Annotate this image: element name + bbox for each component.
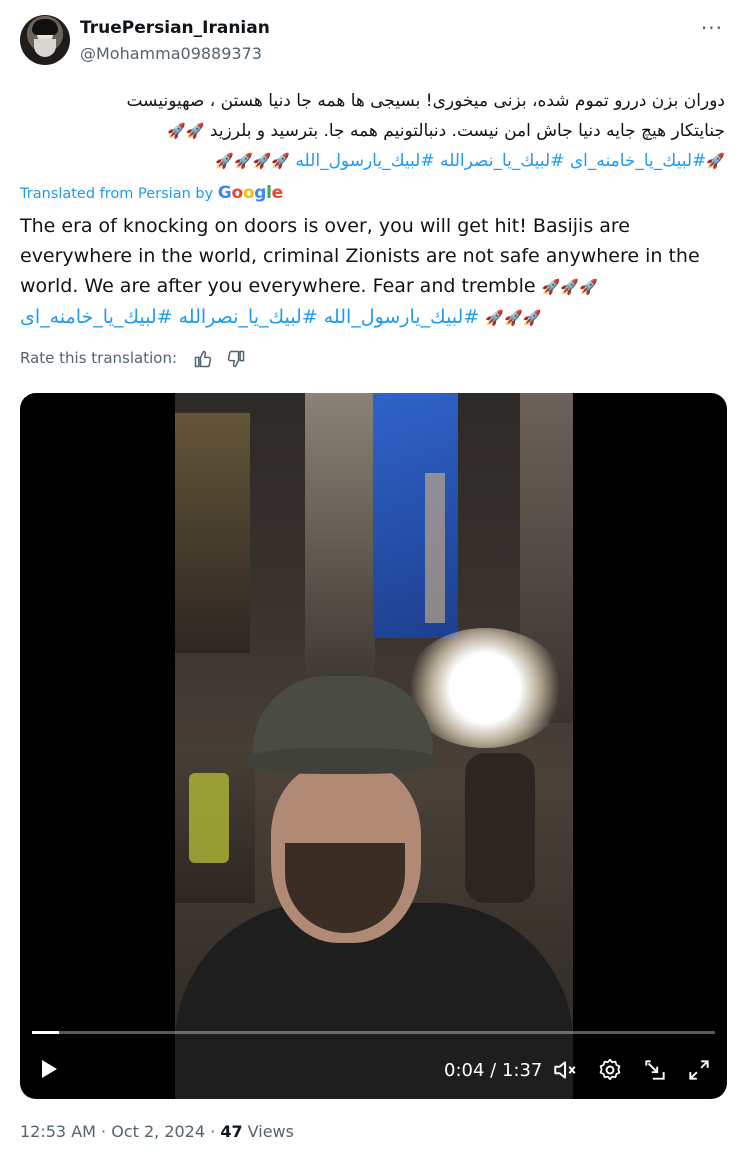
rocket-emoji-group: 🚀🚀🚀: [541, 278, 598, 296]
translation-line-3-text: world. We are after you everywhere. Fear…: [20, 275, 536, 297]
mute-icon[interactable]: [552, 1057, 578, 1083]
translation-line-3: world. We are after you everywhere. Fear…: [20, 271, 725, 302]
more-options-icon[interactable]: ···: [701, 16, 723, 40]
rocket-emoji-group: 🚀🚀🚀🚀: [215, 152, 291, 170]
settings-icon[interactable]: [597, 1057, 623, 1083]
tweet-date[interactable]: Oct 2, 2024: [111, 1122, 205, 1141]
rocket-emoji-group: 🚀: [706, 152, 725, 170]
thumbs-down-icon[interactable]: [226, 349, 246, 369]
original-text-line-2: جنایتکار هیچ جایه دنیا جاش امن نیست. دنب…: [20, 116, 725, 146]
translation-line-4: 🚀🚀🚀 #لبيك_يارسول_الله #لبيك_يا_نصرالله #…: [20, 302, 725, 333]
tweet-meta: 12:53 AM · Oct 2, 2024 · 47 Views: [20, 1122, 294, 1141]
video-player[interactable]: 0:04 / 1:37: [20, 393, 727, 1099]
play-icon[interactable]: [36, 1057, 60, 1081]
original-text-line-1: دوران بزن دررو تموم شده، بزنی میخوری! بس…: [126, 91, 725, 111]
original-text-line-3: 🚀#لبيك_يا_خامنه_ای #لبيك_يا_نصرالله #لبي…: [20, 146, 725, 176]
views-count: 47: [220, 1122, 243, 1141]
hashtag-link[interactable]: #لبيك_يا_نصرالله: [440, 151, 564, 171]
video-progress-bar[interactable]: [32, 1031, 715, 1034]
author-avatar[interactable]: [20, 15, 70, 65]
fullscreen-icon[interactable]: [686, 1057, 712, 1083]
duration: 1:37: [501, 1060, 543, 1081]
author-handle[interactable]: @Mohamma09889373: [80, 44, 262, 63]
hashtag-link[interactable]: #لبيك_يارسول_الله: [295, 151, 434, 171]
video-time: 0:04 / 1:37: [444, 1060, 543, 1081]
video-progress-fill: [32, 1031, 60, 1034]
tweet-time[interactable]: 12:53 AM: [20, 1122, 96, 1141]
pip-icon[interactable]: [642, 1057, 668, 1083]
hashtag-link[interactable]: #لبيك_يارسول_الله: [324, 306, 480, 328]
translation-label: Translated from Persian by: [20, 186, 214, 202]
translation-line-2: everywhere in the world, criminal Zionis…: [20, 245, 700, 267]
hashtag-link[interactable]: #لبيك_يا_نصرالله: [179, 306, 318, 328]
google-logo: Google: [217, 183, 283, 203]
hashtag-link[interactable]: #لبيك_يا_خامنه_ای: [570, 151, 707, 171]
rate-translation-label: Rate this translation:: [20, 349, 178, 367]
rocket-emoji-group: 🚀🚀: [167, 122, 205, 140]
translation-line-1: The era of knocking on doors is over, yo…: [20, 215, 630, 237]
hashtag-link[interactable]: #لبيك_يا_خامنه_ای: [20, 306, 173, 328]
current-time: 0:04: [444, 1060, 485, 1081]
original-text-line-2-text: جنایتکار هیچ جایه دنیا جاش امن نیست. دنب…: [209, 121, 725, 141]
author-display-name[interactable]: TruePersian_Iranian: [80, 18, 270, 38]
translation-attribution[interactable]: Translated from Persian by Google: [20, 183, 283, 203]
thumbs-up-icon[interactable]: [193, 349, 213, 369]
views-label: Views: [247, 1122, 294, 1141]
rocket-emoji-group: 🚀🚀🚀: [485, 309, 542, 327]
video-frame: [175, 393, 573, 1099]
